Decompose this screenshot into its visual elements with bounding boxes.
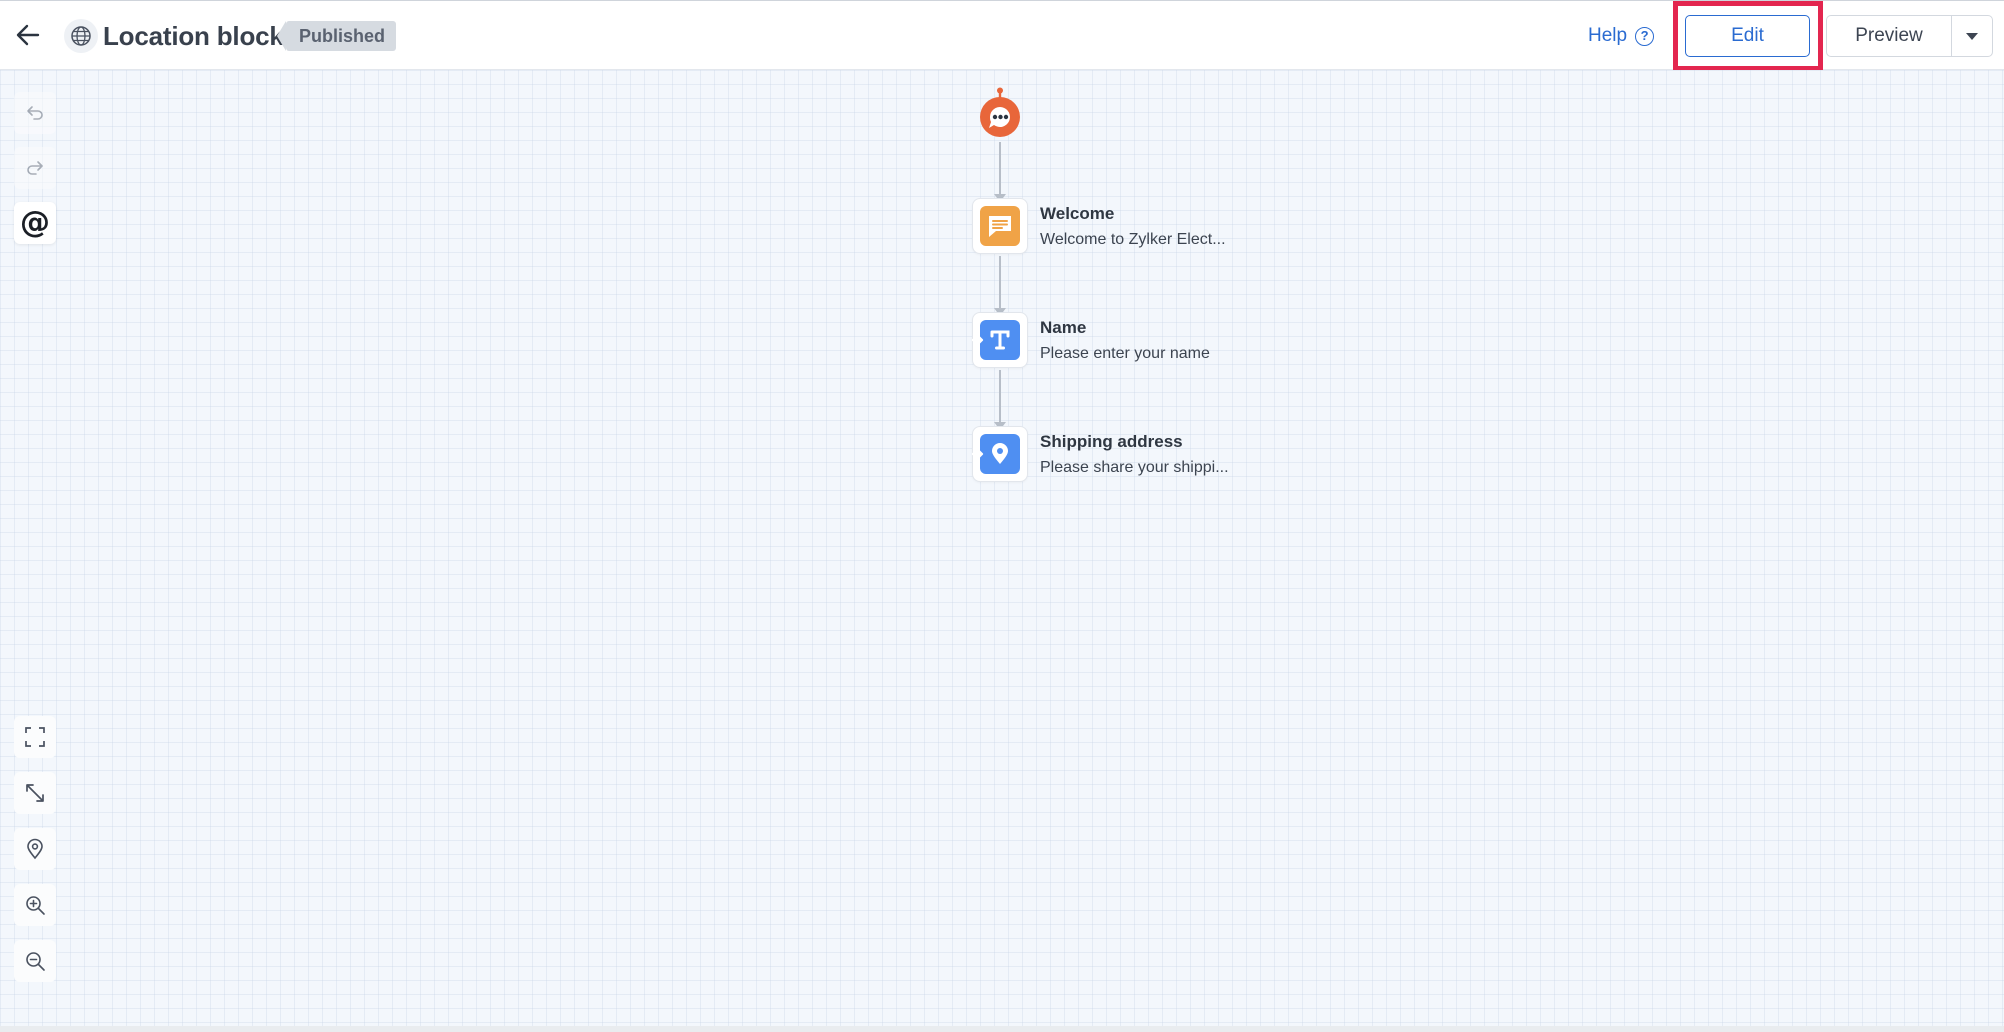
chatbot-icon xyxy=(980,87,1020,137)
preview-dropdown-button[interactable] xyxy=(1951,15,1993,57)
page-title: Location block xyxy=(103,21,284,51)
node-icon-bg xyxy=(972,320,1020,360)
node-title: Shipping address xyxy=(1040,432,1183,451)
node-subtitle: Welcome to Zylker Elect... xyxy=(1040,231,1226,248)
zoom-out-button[interactable] xyxy=(14,940,56,982)
connector-line xyxy=(999,256,1001,310)
flow-node-welcome[interactable] xyxy=(972,198,1028,254)
connector-line xyxy=(999,370,1001,424)
text-input-icon xyxy=(990,330,1010,350)
globe-icon xyxy=(71,26,91,46)
fit-to-screen-button[interactable] xyxy=(14,716,56,758)
node-subtitle: Please share your shippi... xyxy=(1040,459,1229,476)
connector-line xyxy=(999,142,1001,196)
node-title: Name xyxy=(1040,318,1087,337)
preview-button[interactable]: Preview xyxy=(1826,15,1951,57)
undo-button[interactable] xyxy=(14,92,56,134)
redo-icon xyxy=(27,161,43,175)
bottom-strip xyxy=(0,1026,2004,1032)
status-badge: Published xyxy=(276,21,397,51)
expand-arrows-icon xyxy=(26,784,44,802)
help-link[interactable]: Help ? xyxy=(1588,21,1655,51)
zoom-in-icon xyxy=(26,896,45,915)
expand-button[interactable] xyxy=(14,772,56,814)
back-button[interactable] xyxy=(10,17,46,53)
flow-node-shipping-address[interactable] xyxy=(972,426,1028,482)
flow-node-name[interactable] xyxy=(972,312,1028,368)
channel-globe xyxy=(64,19,98,53)
input-arrow-icon xyxy=(972,448,984,460)
input-arrow-icon xyxy=(972,334,984,346)
map-pin-icon xyxy=(27,838,43,860)
zoom-out-icon xyxy=(26,952,45,971)
help-label: Help xyxy=(1588,25,1628,46)
at-sign-icon: @ xyxy=(20,205,50,240)
caret-down-icon xyxy=(1966,32,1978,40)
node-icon-bg xyxy=(980,206,1020,246)
edit-button[interactable]: Edit xyxy=(1685,15,1810,57)
undo-icon xyxy=(27,106,43,120)
node-subtitle: Please enter your name xyxy=(1040,345,1210,362)
arrow-left-icon xyxy=(16,24,40,46)
message-icon xyxy=(989,216,1011,237)
top-header: Location block Published Help ? Edit Pre… xyxy=(0,0,2004,71)
bot-start-node[interactable] xyxy=(978,86,1022,138)
zoom-in-button[interactable] xyxy=(14,884,56,926)
question-circle-icon: ? xyxy=(1635,26,1655,46)
mention-button[interactable]: @ xyxy=(14,202,56,244)
node-icon-bg xyxy=(972,434,1020,474)
locate-button[interactable] xyxy=(14,828,56,870)
fullscreen-icon xyxy=(25,727,45,747)
redo-button[interactable] xyxy=(14,147,56,189)
location-pin-icon xyxy=(992,443,1008,464)
node-title: Welcome xyxy=(1040,204,1115,223)
